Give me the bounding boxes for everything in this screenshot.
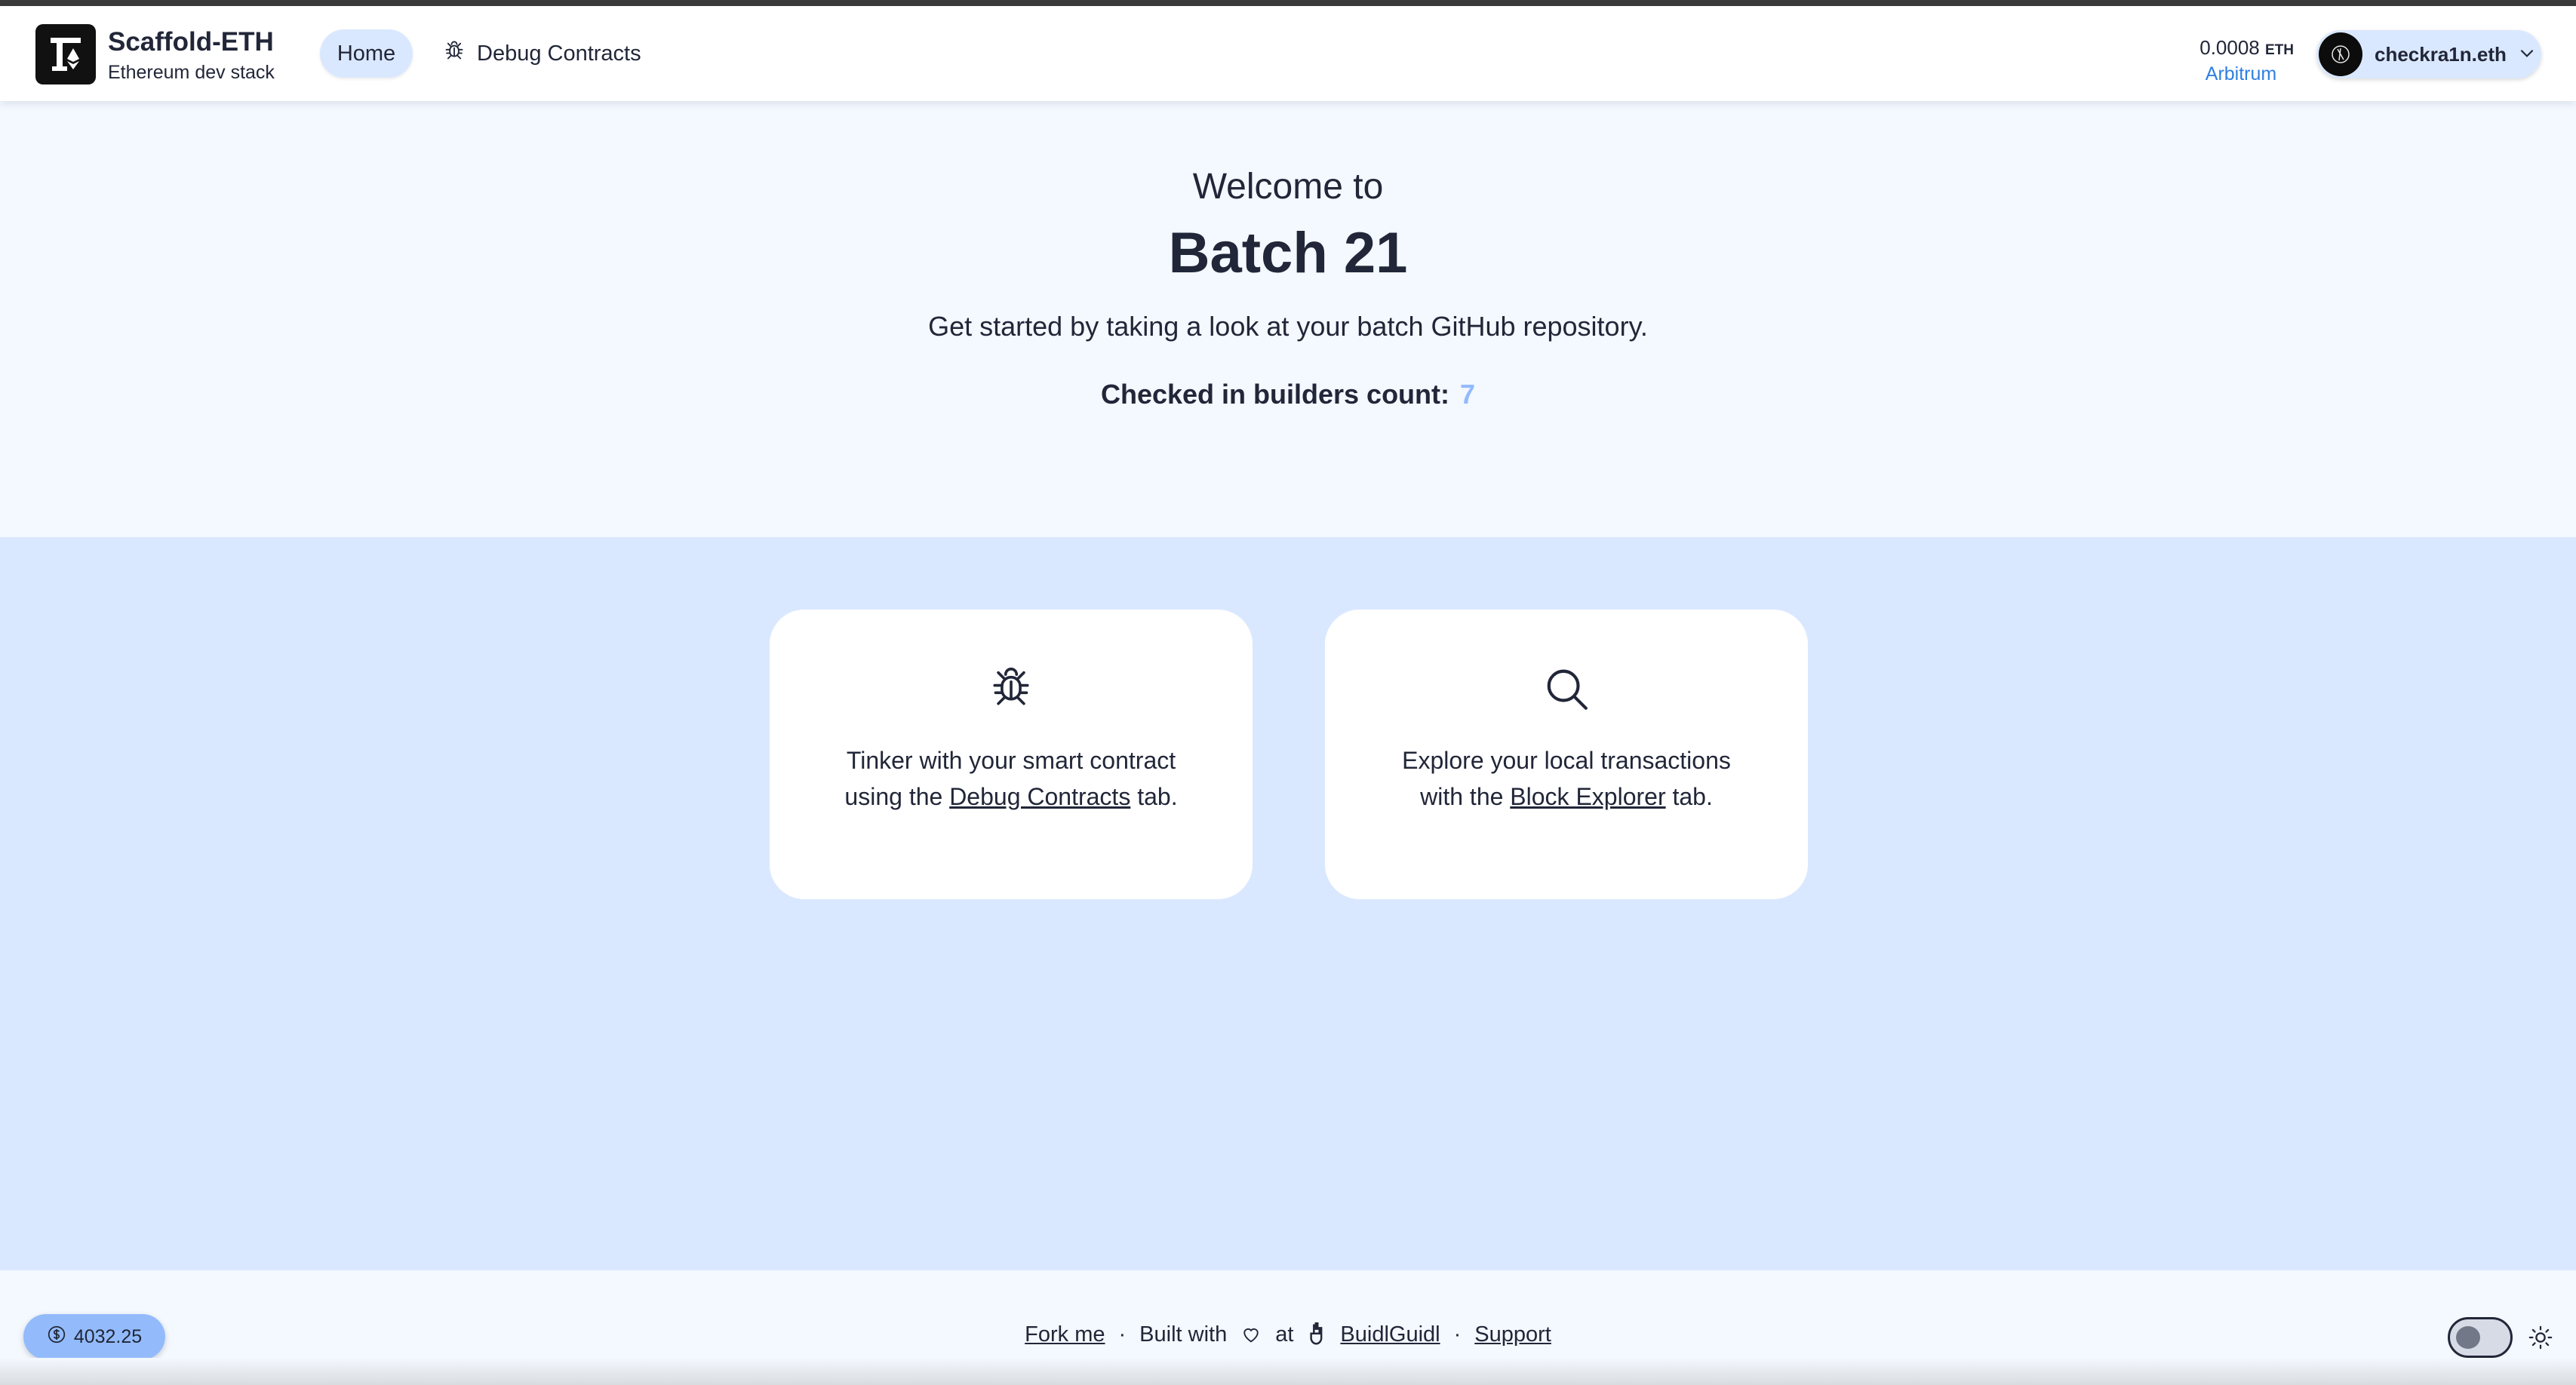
search-icon: [1325, 665, 1808, 712]
bug-icon: [770, 665, 1253, 709]
debug-contracts-link[interactable]: Debug Contracts: [949, 783, 1130, 810]
footer-links: Fork me · Built with at BuidlGuidl · Sup…: [0, 1316, 2576, 1353]
nav-home-tab[interactable]: Home: [320, 29, 413, 78]
balance-unit: ETH: [2265, 42, 2294, 58]
block-explorer-link[interactable]: Block Explorer: [1510, 783, 1665, 810]
page-title: Batch 21: [1168, 221, 1408, 285]
footer-separator: ·: [1453, 1322, 1462, 1347]
block-explorer-card: Explore your local transactions with the…: [1325, 610, 1808, 899]
logo-icon[interactable]: [35, 24, 96, 84]
network-label: Arbitrum: [2205, 63, 2277, 84]
account-name: checkra1n.eth: [2375, 42, 2507, 66]
debug-card-line1: Tinker with your smart contract: [846, 747, 1176, 774]
heart-icon: [1240, 1324, 1262, 1345]
window-top-border: [0, 0, 2576, 6]
theme-toggle-knob: [2456, 1326, 2480, 1349]
at-text: at: [1275, 1322, 1294, 1347]
debug-contracts-card: Tinker with your smart contract using th…: [770, 610, 1253, 899]
nav-home-label: Home: [337, 41, 396, 66]
features-section: [0, 537, 2576, 1270]
builders-count-value: 7: [1460, 379, 1476, 410]
hero-description: Get started by taking a look at your bat…: [928, 311, 1648, 342]
explorer-card-text: Explore your local transactions with the…: [1325, 742, 1808, 815]
brand-title: Scaffold-ETH: [108, 27, 274, 57]
app-header: Scaffold-ETH Ethereum dev stack Home Deb…: [0, 6, 2576, 101]
builders-count: Checked in builders count: 7: [0, 379, 2576, 410]
buidlguidl-icon: [1307, 1322, 1326, 1347]
support-link[interactable]: Support: [1474, 1322, 1551, 1347]
bug-icon: [444, 40, 465, 67]
nav-debug-label: Debug Contracts: [477, 41, 641, 66]
nav-debug-contracts-tab[interactable]: Debug Contracts: [444, 29, 641, 78]
builders-count-label: Checked in builders count:: [1100, 379, 1450, 410]
fork-me-link[interactable]: Fork me: [1025, 1322, 1105, 1347]
account-dropdown-button[interactable]: checkra1n.eth: [2316, 30, 2541, 78]
theme-toggle[interactable]: [2448, 1317, 2513, 1358]
brand-subtitle: Ethereum dev stack: [108, 62, 275, 83]
debug-card-text: Tinker with your smart contract using th…: [770, 742, 1253, 815]
buidlguidl-link[interactable]: BuidlGuidl: [1340, 1322, 1440, 1347]
window-bottom-edge: [0, 1358, 2576, 1385]
hero-welcome: Welcome to: [1192, 167, 1384, 207]
footer-separator: ·: [1118, 1322, 1127, 1347]
explorer-card-post: tab.: [1672, 783, 1713, 810]
balance-amount: 0.0008: [2199, 36, 2260, 59]
chevron-down-icon: [2517, 43, 2537, 66]
explorer-card-pre: with the: [1420, 783, 1504, 810]
built-with-text: Built with: [1139, 1322, 1228, 1347]
debug-card-pre: using the: [844, 783, 943, 810]
explorer-card-line1: Explore your local transactions: [1402, 747, 1731, 774]
sun-icon: [2528, 1325, 2553, 1354]
debug-card-post: tab.: [1137, 783, 1178, 810]
avatar: [2319, 32, 2362, 76]
wallet-balance[interactable]: 0.0008 ETH: [2188, 36, 2294, 60]
